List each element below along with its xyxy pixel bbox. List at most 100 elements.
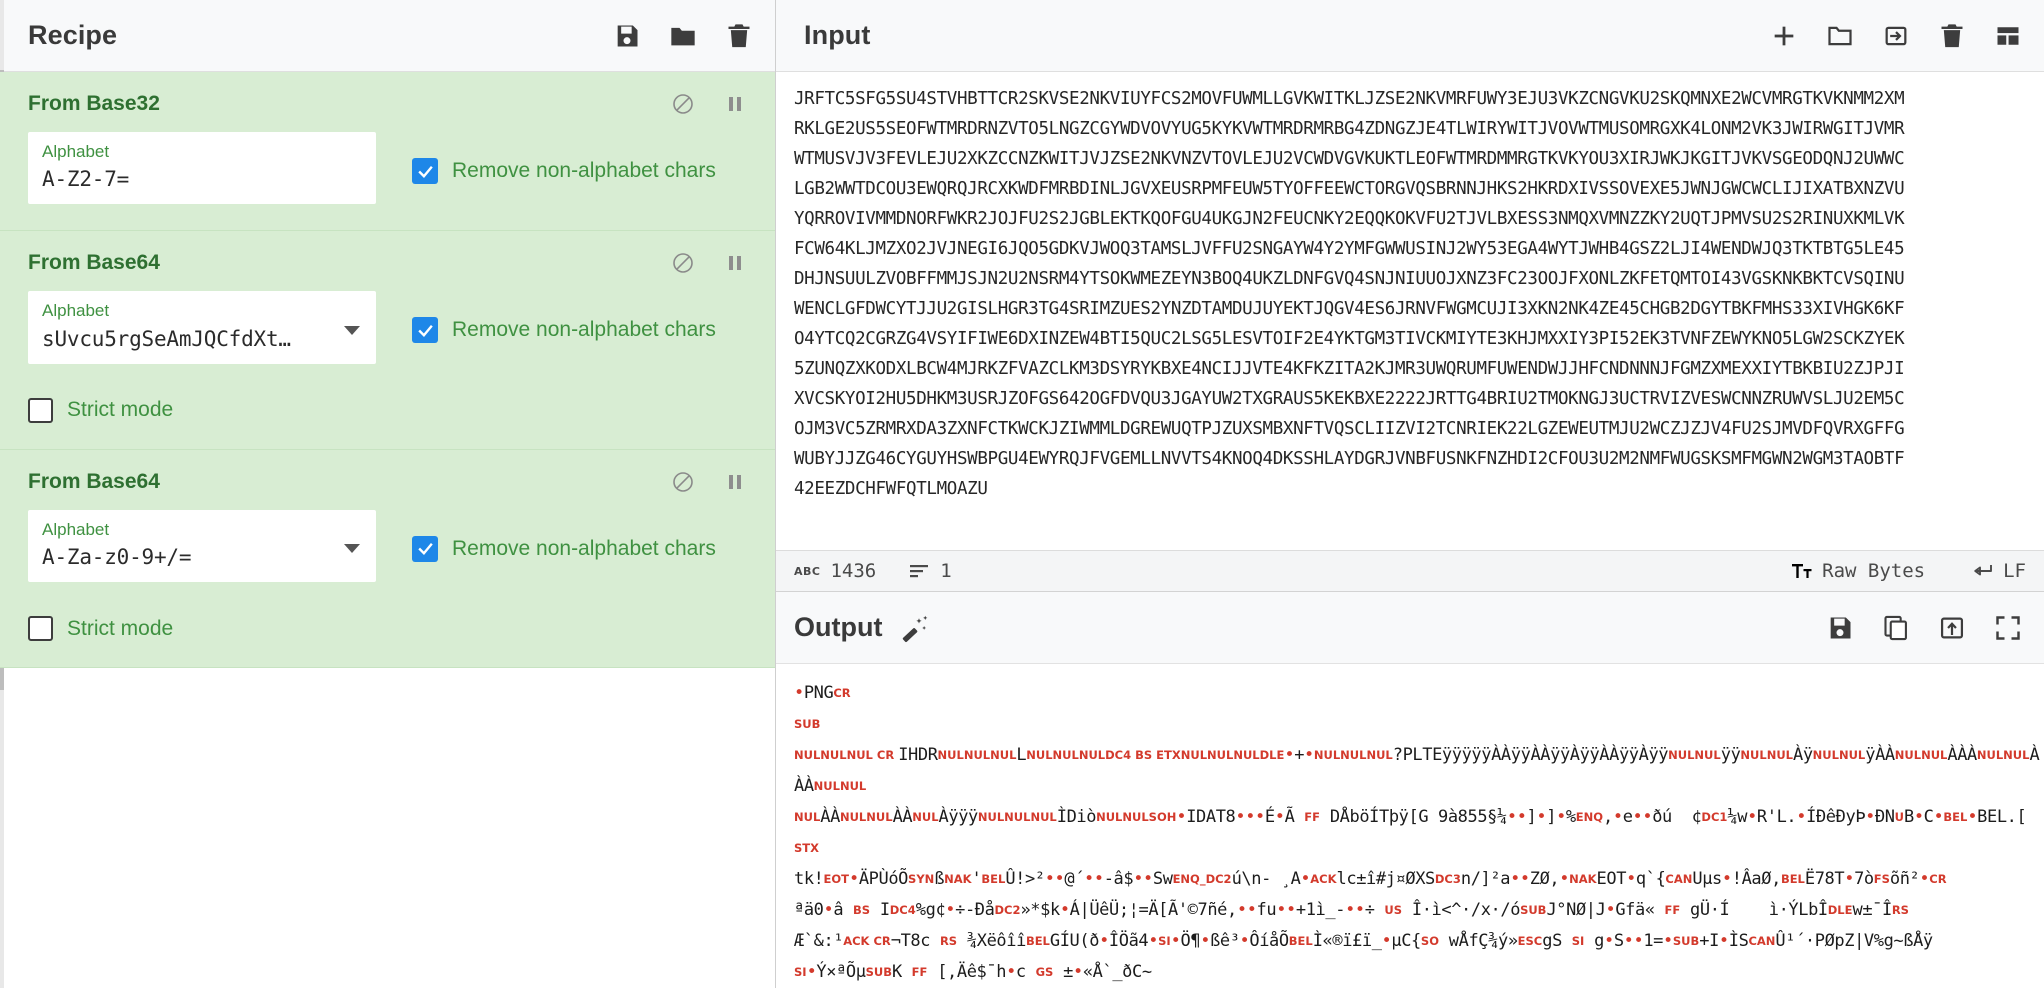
remove-non-alphabet-chars-checkbox-row[interactable]: Remove non-alphabet chars bbox=[412, 291, 716, 344]
recipe-operation[interactable]: From Base64 Alphabet A-Za-z0-9+/= Remove… bbox=[0, 449, 775, 669]
strict-mode-checkbox[interactable] bbox=[28, 616, 53, 642]
output-text-run: gS bbox=[1542, 931, 1572, 951]
control-char-marker: BS bbox=[853, 903, 871, 917]
alphabet-field[interactable]: Alphabet sUvcu5rgSeAmJQCfdXt… bbox=[28, 291, 376, 364]
control-char-marker: DC4 BS ETX bbox=[1105, 748, 1181, 762]
remove-non-alphabet-chars-checkbox[interactable] bbox=[412, 535, 438, 562]
chevron-down-icon[interactable] bbox=[344, 325, 360, 335]
recipe-operation[interactable]: From Base64 Alphabet sUvcu5rgSeAmJQCfdXt… bbox=[0, 231, 775, 450]
disable-operation-icon[interactable] bbox=[671, 92, 695, 116]
open-file-icon[interactable] bbox=[1882, 22, 1910, 50]
replace-input-icon[interactable] bbox=[1938, 614, 1966, 642]
output-text-run: ðú ¢ bbox=[1652, 807, 1702, 827]
control-char-marker: GS bbox=[1035, 965, 1054, 979]
operation-title: From Base64 bbox=[28, 251, 160, 275]
strict-mode-checkbox[interactable] bbox=[28, 397, 53, 423]
operation-arguments: Alphabet A-Z2-7= Remove non-alphabet cha… bbox=[28, 132, 747, 205]
character-count-icon: ABC bbox=[794, 564, 821, 578]
alphabet-field-value: A-Z2-7= bbox=[42, 167, 130, 192]
output-text-run: %g¢ bbox=[915, 900, 946, 920]
alphabet-field-value: sUvcu5rgSeAmJQCfdXt… bbox=[42, 326, 291, 351]
copy-output-icon[interactable] bbox=[1882, 614, 1910, 642]
output-text-run: gÜ·Í ì·ÝLbÎ bbox=[1680, 900, 1828, 920]
save-output-icon[interactable] bbox=[1826, 614, 1854, 642]
recipe-operations-list[interactable]: From Base32 Alphabet A-Z2-7= Remove non-… bbox=[0, 72, 775, 988]
nonprintable-dot: • bbox=[1612, 807, 1623, 827]
disable-operation-icon[interactable] bbox=[671, 251, 695, 275]
output-text-run: EOT bbox=[1596, 869, 1627, 889]
input-textarea[interactable]: JRFTC5SFG5SU4STVHBTTCR2SKVSE2NKVIUYFCS2M… bbox=[776, 72, 2044, 550]
remove-non-alphabet-chars-checkbox-row[interactable]: Remove non-alphabet chars bbox=[412, 132, 716, 184]
operation-controls bbox=[671, 249, 747, 275]
output-header-actions bbox=[1826, 614, 2022, 642]
output-text-run: e bbox=[1622, 807, 1633, 827]
output-text-run: PNG bbox=[803, 683, 834, 703]
breakpoint-icon[interactable] bbox=[723, 92, 747, 116]
remove-non-alphabet-chars-checkbox[interactable] bbox=[412, 317, 438, 344]
output-title: Output bbox=[794, 612, 883, 642]
open-folder-icon[interactable] bbox=[1826, 22, 1854, 50]
breakpoint-icon[interactable] bbox=[723, 470, 747, 494]
control-char-marker: SI bbox=[1158, 934, 1171, 948]
control-char-marker: DC2 bbox=[994, 903, 1021, 917]
nonprintable-dot: • bbox=[849, 869, 859, 889]
nonprintable-dot: • bbox=[1381, 931, 1392, 951]
input-line-ending-value[interactable]: LF bbox=[2003, 560, 2026, 582]
line-ending-icon[interactable] bbox=[1971, 563, 1993, 579]
output-text-run: ± bbox=[1053, 962, 1073, 982]
operation-header: From Base64 bbox=[28, 249, 747, 275]
breakpoint-icon[interactable] bbox=[723, 251, 747, 275]
output-text-run: ÌDiò bbox=[1056, 807, 1097, 827]
load-recipe-icon[interactable] bbox=[669, 22, 697, 50]
remove-non-alphabet-chars-checkbox-row[interactable]: Remove non-alphabet chars bbox=[412, 510, 716, 562]
nonprintable-dot: • bbox=[1176, 807, 1187, 827]
chevron-down-icon[interactable] bbox=[344, 544, 360, 554]
input-encoding-value[interactable]: Raw Bytes bbox=[1822, 560, 1925, 582]
nonprintable-dot: • bbox=[1919, 869, 1930, 889]
output-content[interactable]: •PNGCR SUB NULNULNUL CR IHDRNULNULNULLNULN… bbox=[776, 664, 2044, 988]
output-text-run: ÿÀÀ bbox=[1865, 745, 1895, 765]
add-input-tab-icon[interactable] bbox=[1770, 22, 1798, 50]
output-text-run: ¬T8c bbox=[890, 931, 940, 951]
recipe-operation[interactable]: From Base32 Alphabet A-Z2-7= Remove non-… bbox=[0, 72, 775, 232]
output-text-run: L bbox=[1016, 745, 1027, 765]
strict-mode-checkbox-row[interactable]: Strict mode bbox=[28, 616, 747, 642]
output-text-run: Gfä« bbox=[1615, 900, 1665, 920]
output-text-run: 7ò bbox=[1854, 869, 1874, 889]
output-text-run: tk! bbox=[794, 869, 824, 889]
line-count-icon bbox=[910, 565, 929, 578]
output-text-run: µC{ bbox=[1391, 931, 1421, 951]
font-size-icon[interactable] bbox=[1792, 563, 1812, 579]
control-char-marker: NULNULNUL bbox=[977, 810, 1057, 824]
output-text-run: Ý×ªÕµ bbox=[816, 962, 866, 982]
clear-recipe-icon[interactable] bbox=[725, 22, 753, 50]
nonprintable-dot: • bbox=[1663, 931, 1673, 951]
output-line: NULNULNUL CR IHDRNULNULNULLNULNULNULDC4 … bbox=[794, 740, 2044, 802]
strict-mode-checkbox-row[interactable]: Strict mode bbox=[28, 397, 747, 423]
output-text-run: ZØ, bbox=[1529, 869, 1560, 889]
output-text-run: n/]²a bbox=[1460, 869, 1511, 889]
input-header-actions bbox=[1770, 22, 2022, 50]
remove-non-alphabet-chars-checkbox[interactable] bbox=[412, 158, 438, 184]
output-text-run: ÷-Ðå bbox=[955, 900, 995, 920]
output-line: Æ`&:¹ACK CR¬T8c RS ¾XëôîîBELGÍU(ð•ÎÖã4•S… bbox=[794, 926, 2044, 957]
alphabet-field[interactable]: Alphabet A-Za-z0-9+/= bbox=[28, 509, 376, 583]
reset-pane-layout-icon[interactable] bbox=[1994, 22, 2022, 50]
operation-title: From Base64 bbox=[28, 469, 160, 493]
clear-input-icon[interactable] bbox=[1938, 22, 1966, 50]
disable-operation-icon[interactable] bbox=[671, 470, 695, 494]
output-text-run: «Å`_ðC~ bbox=[1082, 962, 1152, 982]
nonprintable-dot: • bbox=[1072, 962, 1083, 982]
output-line: SI•Ý×ªÕµSUBK FF [,Äê$¯h•c GS ±•«Å`_ðC~ bbox=[794, 957, 2044, 988]
output-text-run: Ã bbox=[1284, 807, 1305, 827]
nonprintable-dot: • bbox=[1304, 745, 1314, 765]
output-text-run: c bbox=[1015, 962, 1036, 982]
save-recipe-icon[interactable] bbox=[613, 22, 641, 50]
magic-wand-icon[interactable] bbox=[900, 613, 930, 643]
control-char-marker: FF bbox=[1664, 903, 1681, 917]
maximise-output-icon[interactable] bbox=[1994, 614, 2022, 642]
output-text-run: 1= bbox=[1643, 931, 1664, 951]
alphabet-field[interactable]: Alphabet A-Z2-7= bbox=[28, 132, 376, 205]
control-char-marker: SI bbox=[1571, 934, 1585, 948]
control-char-marker: CAN bbox=[1665, 872, 1693, 886]
